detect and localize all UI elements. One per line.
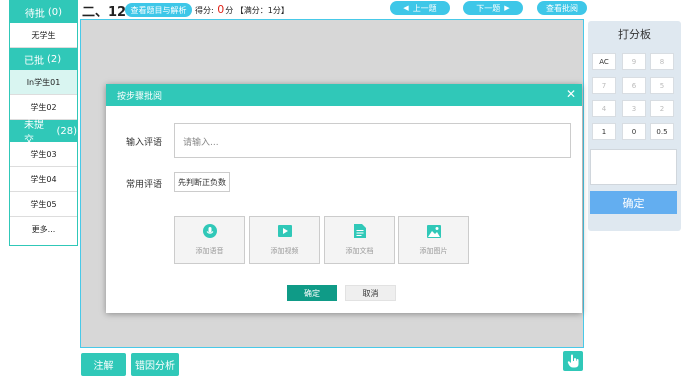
next-icon: ▶ (504, 4, 510, 12)
modal-cancel-button[interactable]: 取消 (345, 285, 396, 301)
key-4[interactable]: 4 (592, 100, 616, 117)
section-pending[interactable]: 待批 (0) (10, 1, 77, 23)
section-pending-count: (0) (47, 6, 63, 18)
key-half[interactable]: 0.5 (650, 123, 674, 140)
section-unsubmitted-label: 未提交 (24, 120, 44, 146)
add-video-label: 添加视频 (270, 247, 299, 255)
video-icon (277, 224, 292, 238)
section-pending-label: 待批 (24, 8, 45, 20)
annotate-button[interactable]: 注解 (81, 353, 126, 376)
key-2[interactable]: 2 (650, 100, 674, 117)
prev-icon: ◀ (403, 4, 409, 12)
key-6[interactable]: 6 (622, 77, 646, 94)
section-graded-label: 已批 (24, 55, 44, 67)
section-graded[interactable]: 已批 (2) (10, 48, 77, 70)
modal-header: 按步骤批阅 ✕ (106, 84, 582, 106)
add-voice-button[interactable]: 添加语音 (174, 216, 245, 264)
student-sidebar: 待批 (0) 无学生 已批 (2) In学生01 学生02 未提交 (28) 学… (9, 0, 78, 246)
image-icon (426, 224, 441, 238)
add-document-button[interactable]: 添加文档 (324, 216, 395, 264)
prev-question-button[interactable]: ◀ 上一题 (390, 1, 450, 15)
key-5[interactable]: 5 (650, 77, 674, 94)
score-panel-title: 打分板 (618, 28, 651, 41)
prev-label: 上一题 (412, 3, 437, 13)
score-panel: 打分板 AC 9 8 7 6 5 4 3 2 1 0 0.5 确定 (588, 21, 681, 231)
comment-label: 输入评语 (126, 138, 163, 148)
common-comment-label: 常用评语 (126, 180, 163, 190)
key-3[interactable]: 3 (622, 100, 646, 117)
key-ac[interactable]: AC (592, 53, 616, 70)
key-9[interactable]: 9 (622, 53, 646, 70)
score-confirm-button[interactable]: 确定 (590, 191, 677, 214)
key-8[interactable]: 8 (650, 53, 674, 70)
more-students-link[interactable]: 更多... (10, 217, 77, 242)
section-unsubmitted[interactable]: 未提交 (28) (10, 120, 77, 146)
add-document-label: 添加文档 (345, 247, 374, 255)
document-icon (353, 224, 367, 238)
score-unit: 分 (225, 6, 234, 15)
student-item: 无学生 (10, 23, 77, 48)
score-line: 得分: 0分 【满分：1分】 (195, 3, 289, 16)
student-item[interactable]: 学生04 (10, 167, 77, 192)
question-title: 二、12 (82, 5, 127, 20)
student-item[interactable]: In学生01 (10, 70, 77, 95)
grading-modal: 按步骤批阅 ✕ 输入评语 请输入... 常用评语 先判断正负数 添加语音 添加视… (106, 84, 582, 313)
add-image-label: 添加图片 (419, 247, 448, 255)
view-question-button[interactable]: 查看题目与解析 (125, 3, 192, 17)
score-input[interactable] (590, 149, 677, 185)
add-video-button[interactable]: 添加视频 (249, 216, 320, 264)
hand-pointer-icon[interactable] (563, 351, 583, 371)
student-item[interactable]: 学生05 (10, 192, 77, 217)
common-comment-chip[interactable]: 先判断正负数 (174, 172, 230, 192)
view-grading-button[interactable]: 查看批阅 (537, 1, 587, 15)
close-icon[interactable]: ✕ (566, 87, 576, 101)
error-analysis-button[interactable]: 错因分析 (131, 353, 179, 376)
key-0[interactable]: 0 (622, 123, 646, 140)
section-graded-count: (2) (47, 53, 62, 65)
microphone-icon (202, 224, 217, 238)
comment-input[interactable]: 请输入... (174, 123, 571, 158)
full-score: 【满分：1分】 (235, 6, 289, 15)
add-image-button[interactable]: 添加图片 (398, 216, 469, 264)
score-label: 得分: (195, 6, 214, 15)
next-label: 下一题 (476, 3, 501, 13)
score-value: 0 (217, 3, 225, 16)
modal-title: 按步骤批阅 (117, 91, 163, 102)
modal-ok-button[interactable]: 确定 (287, 285, 337, 301)
section-unsubmitted-count: (28) (56, 125, 77, 137)
key-1[interactable]: 1 (592, 123, 616, 140)
next-question-button[interactable]: 下一题 ▶ (463, 1, 523, 15)
key-7[interactable]: 7 (592, 77, 616, 94)
add-voice-label: 添加语音 (195, 247, 224, 255)
